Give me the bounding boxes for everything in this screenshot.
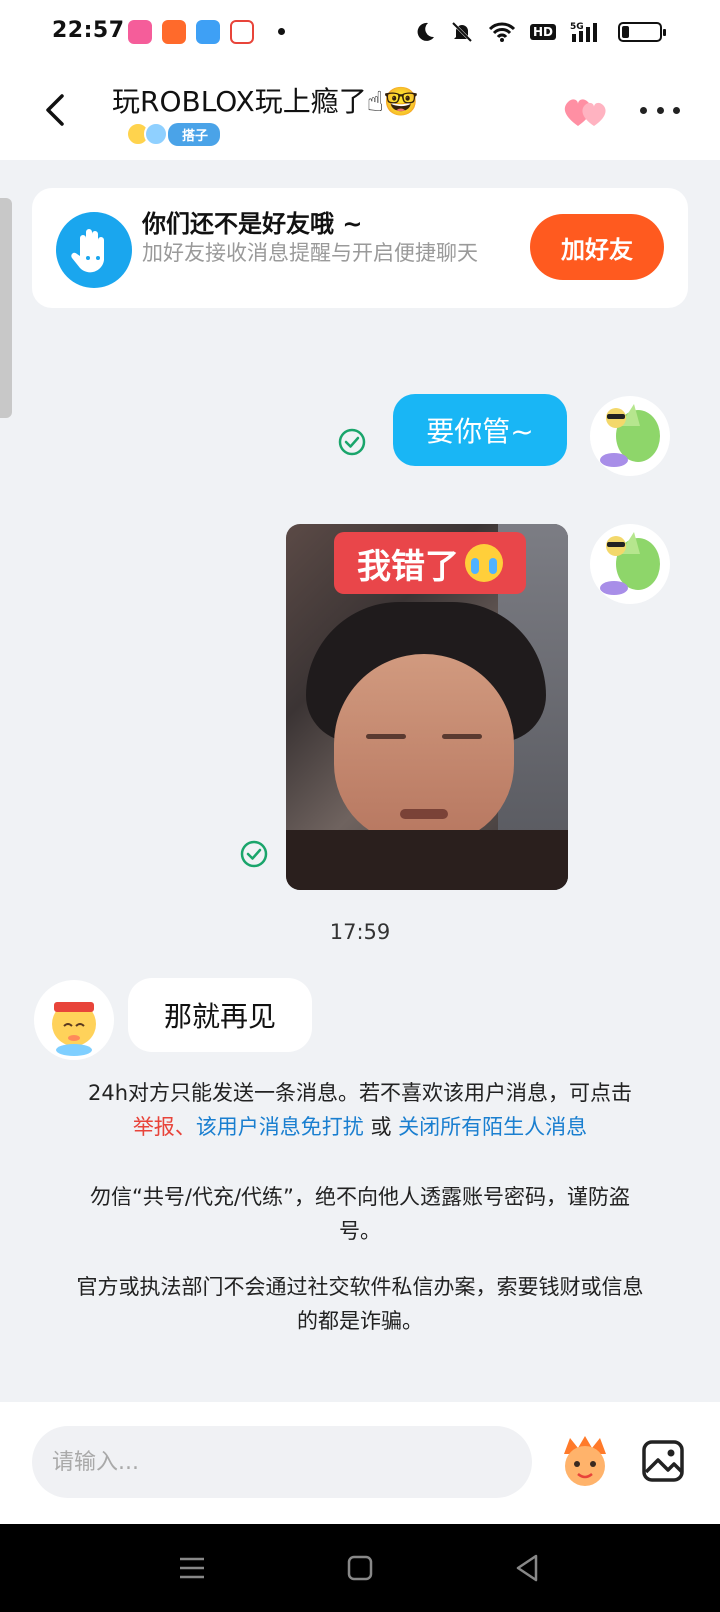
back-triangle-icon[interactable] (508, 1550, 548, 1586)
home-square-icon[interactable] (340, 1550, 380, 1586)
photo-caption-sticker: 我错了 (334, 532, 526, 594)
signal-icon: 5G (570, 22, 597, 42)
chat-title: 玩ROBLOX玩上瘾了☝🤓 (112, 85, 419, 118)
sent-check-icon (240, 840, 268, 868)
status-time: 22:57 (52, 18, 125, 43)
weibo-icon (230, 20, 254, 44)
waving-hand-icon (56, 212, 132, 288)
image-picker-icon[interactable] (640, 1438, 686, 1484)
moon-icon (417, 22, 434, 41)
friend-card-title: 你们还不是好友哦 ~ (142, 210, 363, 238)
kuaishou-icon (162, 20, 186, 44)
system-nav-bar (0, 1524, 720, 1612)
input-bar (0, 1402, 720, 1524)
sent-photo-message[interactable]: 我错了 (286, 524, 568, 890)
limit-text: 24h对方只能发送一条消息。若不喜欢该用户消息，可点击 (87, 1081, 633, 1105)
hearts-icon[interactable] (560, 92, 612, 132)
message-limit-notice: 24h对方只能发送一条消息。若不喜欢该用户消息，可点击 举报、该用户消息免打扰 … (87, 1081, 633, 1139)
more-options-icon[interactable] (640, 102, 680, 118)
sent-check-icon (338, 428, 366, 456)
bilibili-icon (128, 20, 152, 44)
sticker-icon[interactable] (556, 1432, 614, 1490)
self-message-bubble[interactable]: 要你管~ (393, 394, 567, 466)
partner-tag: 搭子 (168, 122, 221, 146)
scrollbar[interactable] (0, 198, 12, 418)
message-input[interactable] (32, 1426, 532, 1498)
chat-area[interactable]: 你们还不是好友哦 ~ 加好友接收消息提醒与开启便捷聊天 加好友 要你管~ 我错了 (0, 160, 720, 1402)
svg-text:5G: 5G (570, 22, 584, 32)
hd-badge: HD (529, 24, 556, 40)
friend-card-subtitle: 加好友接收消息提醒与开启便捷聊天 (142, 241, 478, 265)
self-avatar[interactable] (590, 396, 670, 476)
mute-bell-icon (451, 21, 473, 43)
add-friend-button[interactable]: 加好友 (530, 214, 664, 280)
more-notifications-dot (278, 28, 285, 35)
status-bar: 22:57 HD 5G (0, 0, 720, 66)
fraud-warning: 官方或执法部门不会通过社交软件私信办案，索要钱财或信息的都是诈骗。 (76, 1275, 644, 1333)
chat-header: 玩ROBLOX玩上瘾了☝🤓 搭子 (0, 66, 720, 160)
other-user-avatar[interactable] (34, 980, 114, 1060)
message-timestamp: 17:59 (329, 920, 391, 944)
crying-emoji-icon (465, 544, 503, 582)
star-eyes-emoji-icon (144, 122, 168, 146)
wifi-icon (488, 22, 516, 42)
other-message-bubble[interactable]: 那就再见 (128, 978, 312, 1052)
menu-icon[interactable] (172, 1550, 212, 1586)
photo-caption-text: 我错了 (357, 546, 459, 587)
user-tag-row: 搭子 (126, 122, 221, 146)
mute-user-link[interactable]: 该用户消息免打扰 (196, 1115, 364, 1139)
battery-icon (618, 22, 666, 42)
close-stranger-messages-link[interactable]: 关闭所有陌生人消息 (398, 1115, 587, 1139)
account-safety-warning: 勿信“共号/代充/代练”，绝不向他人透露账号密码，谨防盗号。 (90, 1185, 630, 1243)
friend-request-card: 你们还不是好友哦 ~ 加好友接收消息提醒与开启便捷聊天 加好友 (32, 188, 688, 308)
self-avatar[interactable] (590, 524, 670, 604)
report-link[interactable]: 举报 (133, 1115, 175, 1139)
back-arrow-icon[interactable] (36, 88, 76, 132)
weather-icon (196, 20, 220, 44)
